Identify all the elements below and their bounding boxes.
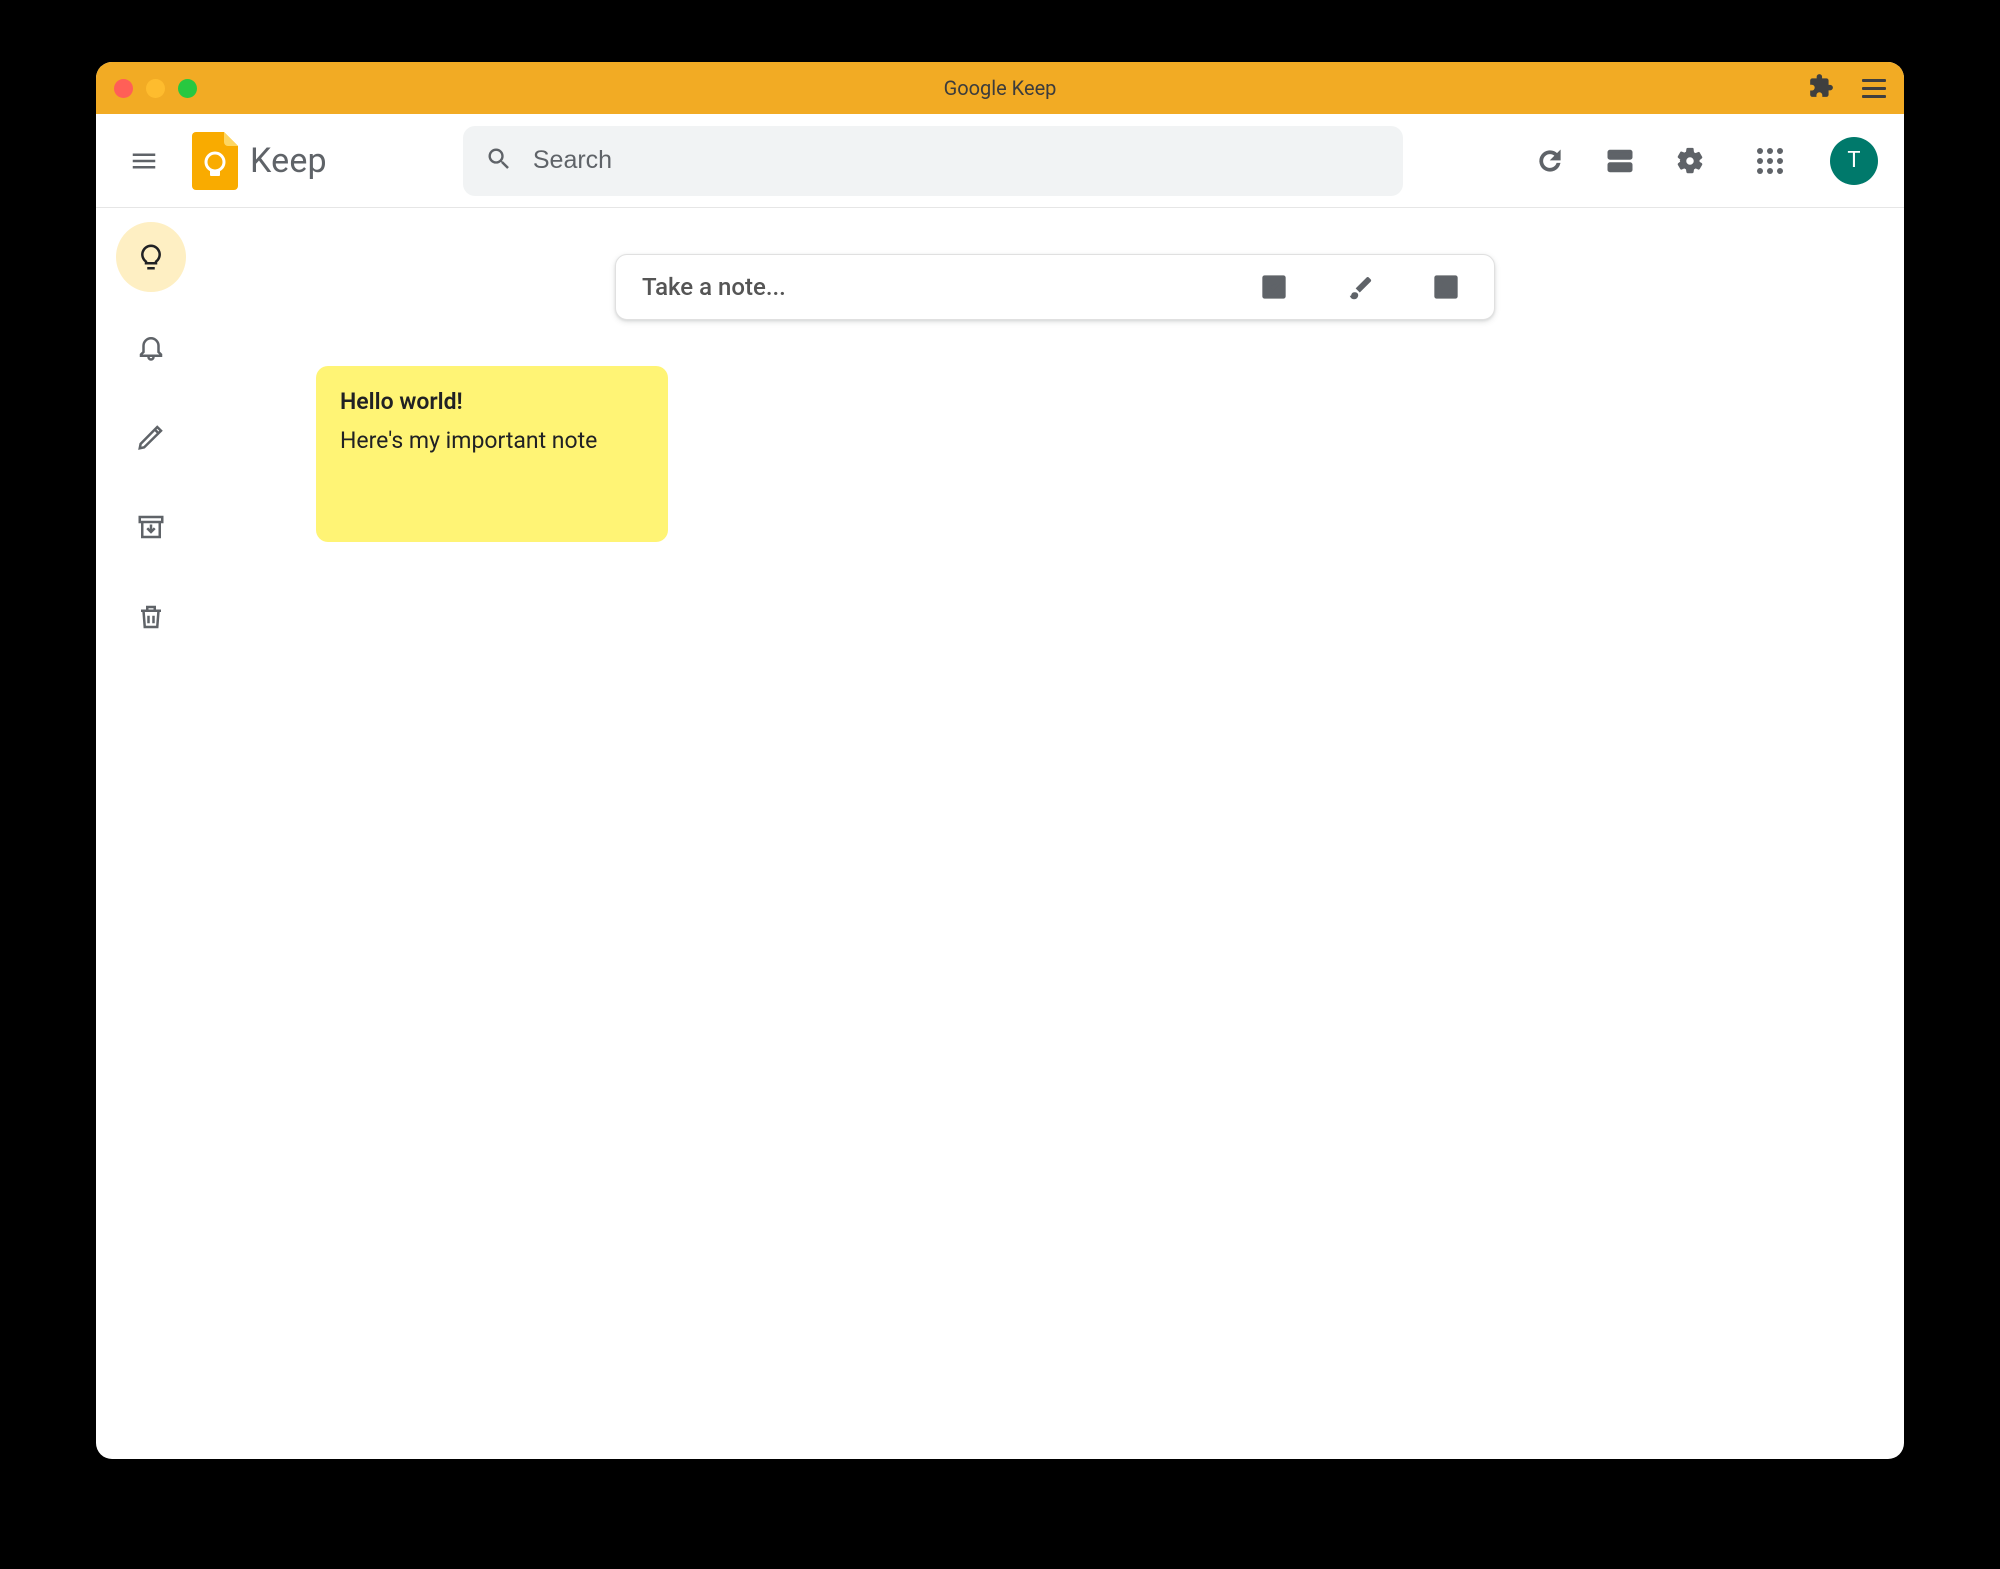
pencil-icon xyxy=(136,422,166,452)
checkbox-icon xyxy=(1260,273,1288,301)
main-menu-button[interactable] xyxy=(122,139,166,183)
extensions-icon[interactable] xyxy=(1808,73,1834,103)
search-icon xyxy=(485,145,513,177)
search-bar[interactable] xyxy=(463,126,1403,196)
refresh-button[interactable] xyxy=(1528,139,1572,183)
note-title: Hello world! xyxy=(340,388,644,415)
apps-grid-icon xyxy=(1757,148,1783,174)
titlebar: Google Keep xyxy=(96,62,1904,114)
sidebar-item-archive[interactable] xyxy=(116,492,186,562)
take-note-placeholder: Take a note... xyxy=(642,273,1244,301)
note-card[interactable]: Hello world! Here's my important note xyxy=(316,366,668,542)
avatar-initial: T xyxy=(1847,148,1860,173)
note-body: Here's my important note xyxy=(340,427,644,454)
main-content: Take a note... xyxy=(206,208,1904,1459)
app-logo[interactable]: Keep xyxy=(192,132,327,190)
window-controls xyxy=(114,79,197,98)
google-apps-button[interactable] xyxy=(1748,139,1792,183)
search-input[interactable] xyxy=(533,146,1381,175)
app-header: Keep xyxy=(96,114,1904,208)
settings-button[interactable] xyxy=(1668,139,1712,183)
new-list-button[interactable] xyxy=(1252,265,1296,309)
brush-icon xyxy=(1346,273,1374,301)
account-avatar[interactable]: T xyxy=(1830,137,1878,185)
minimize-window-button[interactable] xyxy=(146,79,165,98)
app-name: Keep xyxy=(250,141,327,181)
sidebar-item-trash[interactable] xyxy=(116,582,186,652)
sidebar-item-edit-labels[interactable] xyxy=(116,402,186,472)
sidebar-item-notes[interactable] xyxy=(116,222,186,292)
window-title: Google Keep xyxy=(96,76,1904,100)
close-window-button[interactable] xyxy=(114,79,133,98)
header-actions xyxy=(1528,139,1712,183)
maximize-window-button[interactable] xyxy=(178,79,197,98)
sidebar xyxy=(96,208,206,1459)
archive-icon xyxy=(136,512,166,542)
lightbulb-icon xyxy=(136,242,166,272)
trash-icon xyxy=(136,602,166,632)
app-window: Google Keep xyxy=(96,62,1904,1459)
bell-icon xyxy=(136,332,166,362)
take-note-bar[interactable]: Take a note... xyxy=(615,254,1495,320)
sidebar-item-reminders[interactable] xyxy=(116,312,186,382)
list-view-button[interactable] xyxy=(1598,139,1642,183)
image-icon xyxy=(1432,273,1460,301)
new-drawing-button[interactable] xyxy=(1338,265,1382,309)
keep-logo-icon xyxy=(192,132,238,190)
new-image-note-button[interactable] xyxy=(1424,265,1468,309)
browser-menu-icon[interactable] xyxy=(1862,79,1886,98)
notes-grid: Hello world! Here's my important note xyxy=(206,320,1904,542)
